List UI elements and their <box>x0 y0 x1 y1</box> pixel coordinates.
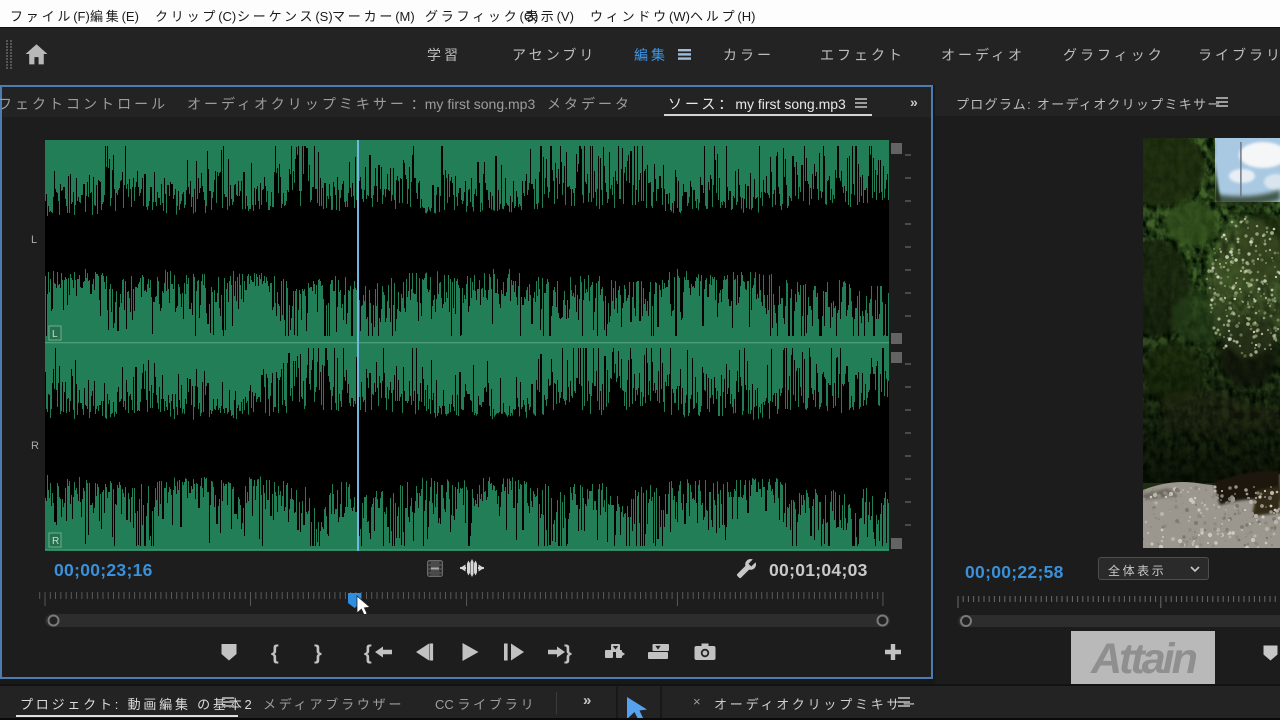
svg-text:R: R <box>52 536 59 547</box>
svg-text:}: } <box>564 643 572 665</box>
svg-text:}: } <box>314 643 322 665</box>
svg-text:L: L <box>52 329 58 340</box>
svg-text:{: { <box>271 643 279 665</box>
svg-text:{: { <box>364 643 372 665</box>
